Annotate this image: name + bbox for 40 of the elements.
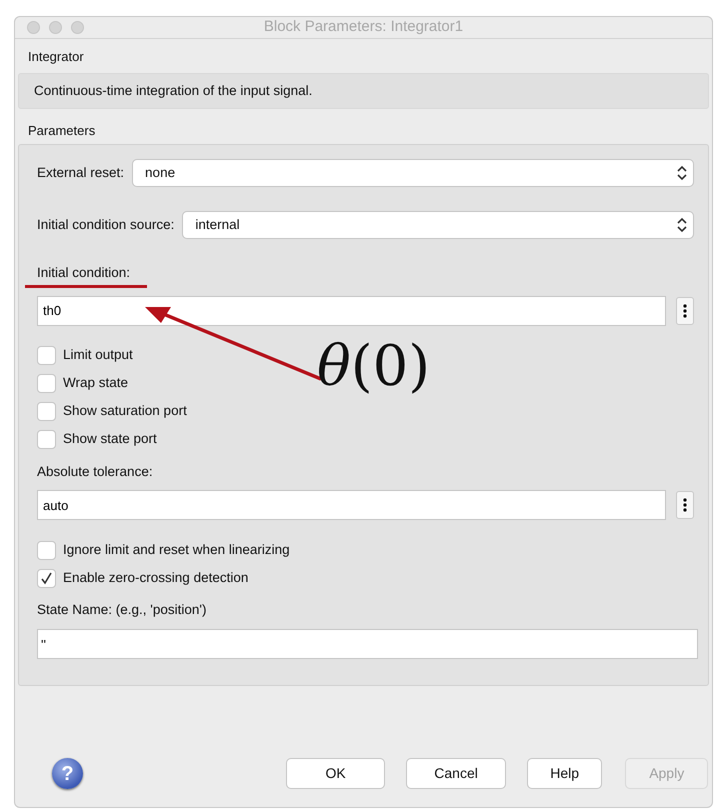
- checkbox-label: Wrap state: [63, 374, 128, 392]
- more-options-button[interactable]: [676, 491, 694, 520]
- checkbox[interactable]: [37, 346, 56, 365]
- checkbox-label: Show state port: [63, 430, 157, 448]
- vertical-dots-icon: [683, 304, 687, 318]
- dialog-button: Apply: [625, 758, 708, 789]
- block-description: Continuous-time integration of the input signal.: [34, 82, 312, 98]
- dialog-button[interactable]: OK: [286, 758, 386, 789]
- window-title: Block Parameters: Integrator1: [264, 18, 464, 36]
- input-field[interactable]: '': [37, 629, 698, 660]
- more-options-button[interactable]: [676, 296, 694, 324]
- checkbox-label: Limit output: [63, 346, 133, 364]
- field-label: Absolute tolerance:: [37, 464, 153, 480]
- field-label: External reset:: [37, 164, 124, 182]
- dialog-button[interactable]: Cancel: [406, 758, 506, 789]
- section-title: Parameters: [28, 122, 96, 138]
- dropdown[interactable]: none: [132, 159, 694, 188]
- checkbox[interactable]: [37, 374, 56, 393]
- input-field[interactable]: auto: [37, 490, 666, 520]
- block-name: Integrator: [28, 49, 84, 64]
- close-button[interactable]: [27, 21, 40, 34]
- minimize-button[interactable]: [49, 21, 62, 34]
- vertical-dots-icon: [683, 498, 687, 512]
- field-label: Initial condition:: [37, 265, 130, 282]
- checkbox[interactable]: [37, 540, 56, 560]
- checkbox[interactable]: [37, 430, 56, 449]
- checkbox-label: Show saturation port: [63, 402, 187, 420]
- updown-icon: [677, 165, 687, 182]
- checkbox[interactable]: [37, 568, 56, 588]
- field-label: Initial condition source:: [37, 216, 174, 234]
- annotation-label: θ(0): [317, 339, 430, 395]
- checkbox-label: Enable zero-crossing detection: [63, 569, 248, 588]
- dropdown[interactable]: internal: [182, 211, 694, 240]
- updown-icon: [677, 217, 687, 234]
- checkbox[interactable]: [37, 402, 56, 421]
- field-label: State Name: (e.g., 'position'): [37, 602, 206, 620]
- input-field[interactable]: th0: [37, 296, 666, 326]
- checkbox-label: Ignore limit and reset when linearizing: [63, 541, 290, 560]
- zoom-button[interactable]: [71, 21, 84, 34]
- dialog-button[interactable]: Help: [526, 758, 602, 789]
